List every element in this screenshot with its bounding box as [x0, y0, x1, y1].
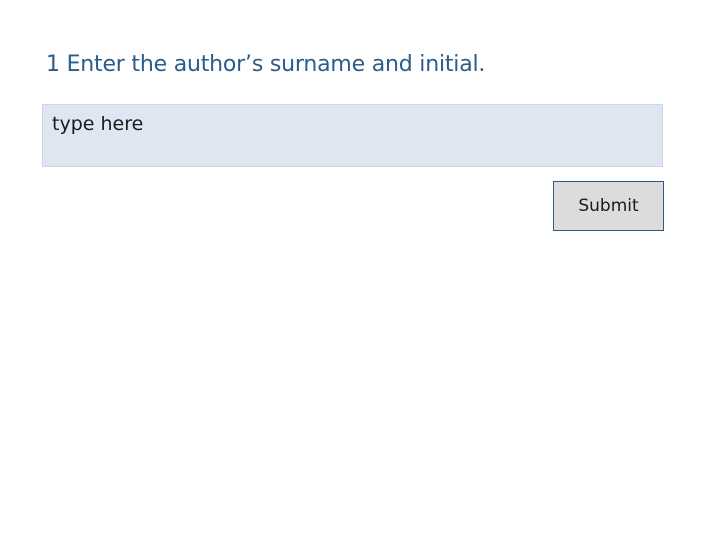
question-page: 1 Enter the author’s surname and initial…: [0, 0, 720, 540]
submit-button[interactable]: Submit: [553, 181, 664, 231]
question-prompt: 1 Enter the author’s surname and initial…: [46, 52, 486, 77]
answer-input[interactable]: [52, 112, 652, 136]
answer-box[interactable]: [42, 104, 663, 167]
